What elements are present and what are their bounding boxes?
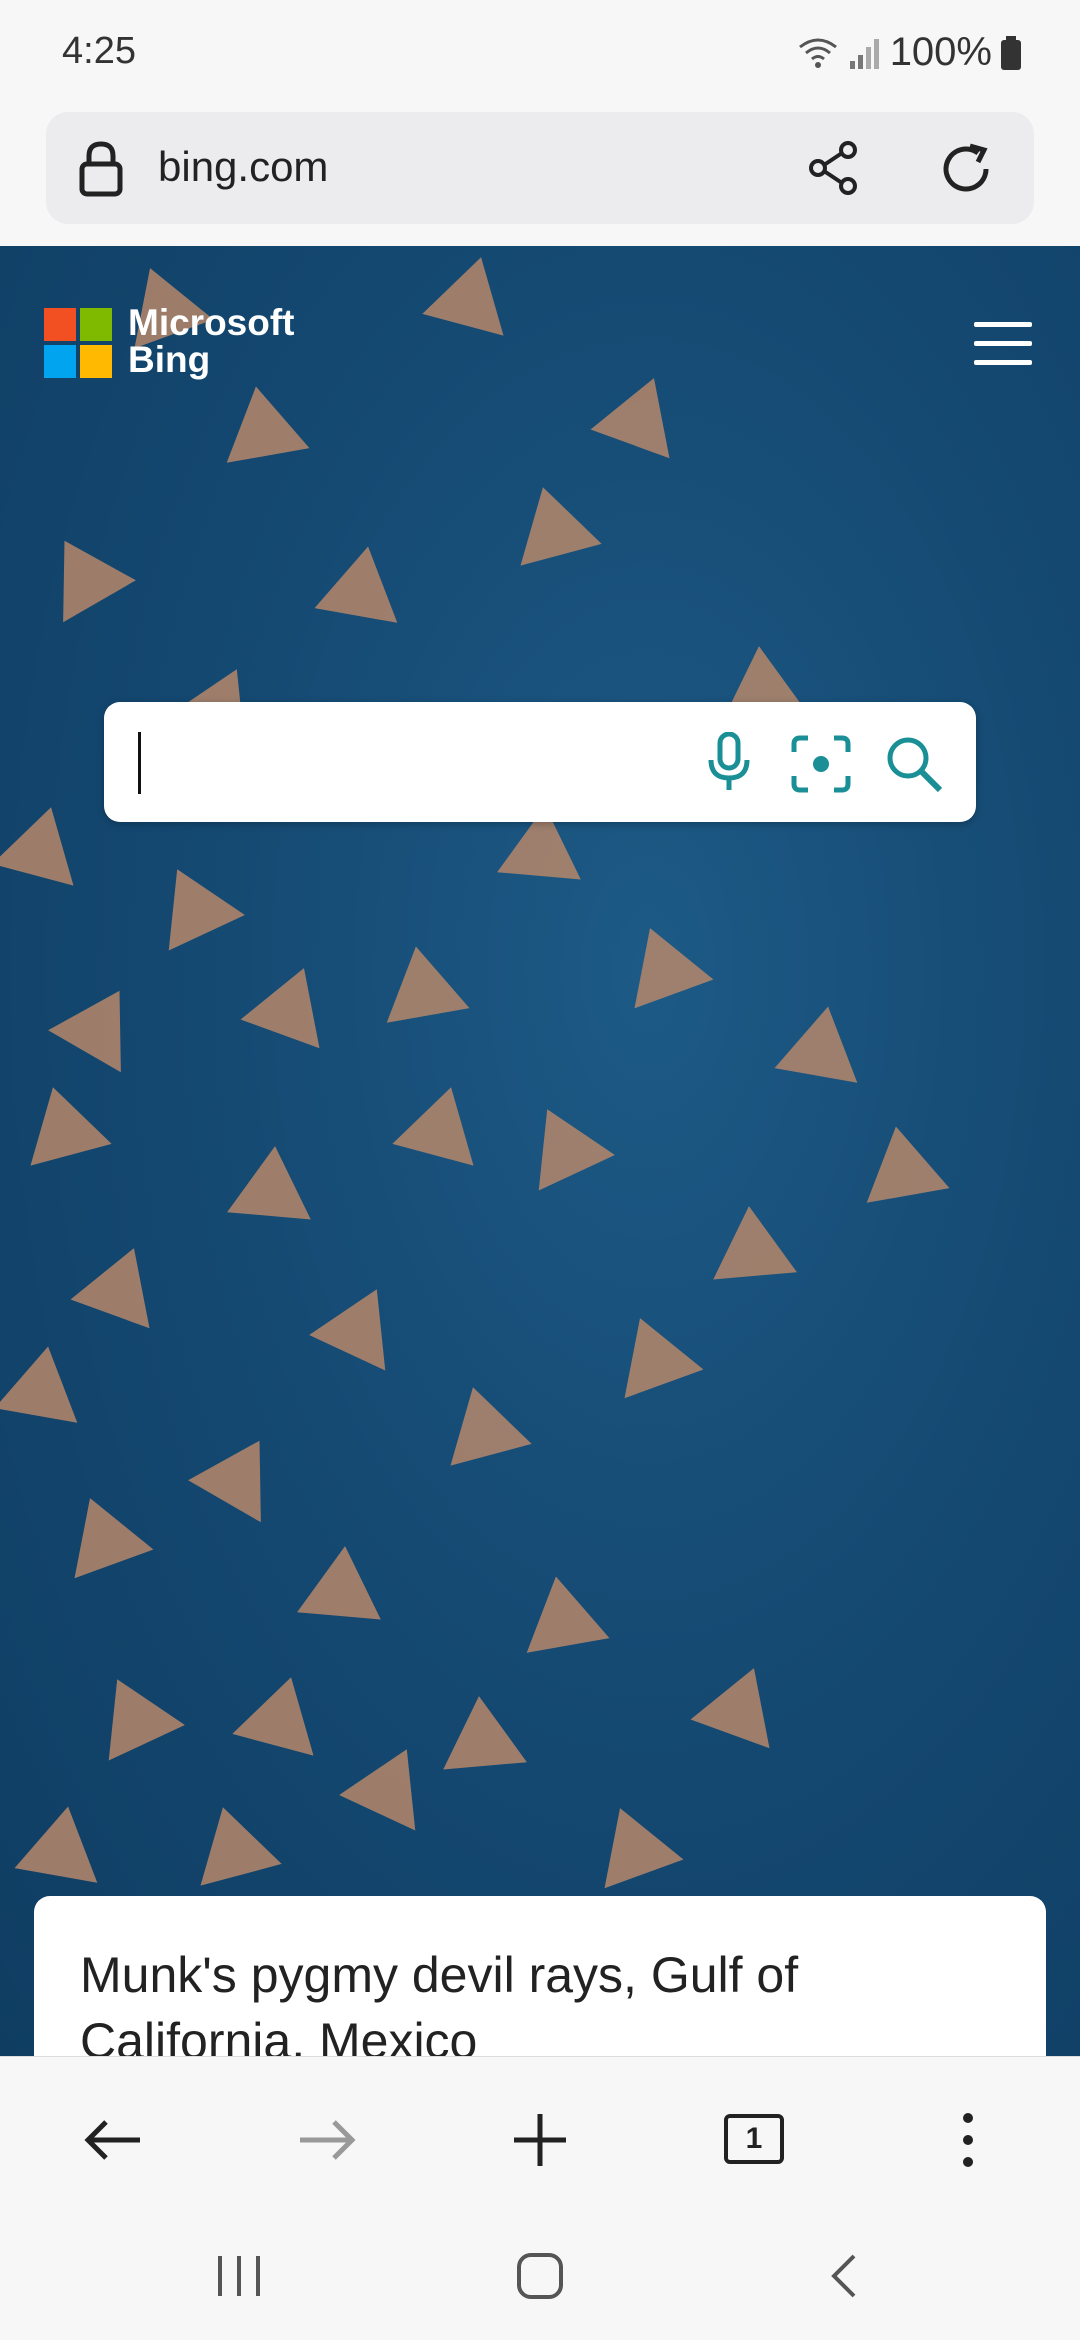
forward-arrow-icon[interactable] [296,2118,356,2162]
tabs-icon[interactable]: 1 [724,2114,784,2164]
tab-count: 1 [745,2122,763,2155]
back-icon[interactable] [828,2252,860,2300]
more-icon[interactable] [958,2110,978,2170]
signal-icon [849,38,879,69]
plus-icon[interactable] [512,2112,568,2168]
lock-icon[interactable] [78,140,124,198]
back-arrow-icon[interactable] [84,2118,144,2162]
home-icon[interactable] [516,2252,564,2300]
microsoft-logo[interactable] [44,308,112,378]
status-icons: 100% [796,30,1022,75]
battery-icon [1001,35,1021,70]
visual-search-icon[interactable] [790,734,852,794]
brand-microsoft: Microsoft [128,302,295,343]
refresh-icon[interactable] [938,140,996,198]
wifi-icon [798,38,837,68]
bing-brand[interactable]: Microsoft Bing [128,304,295,378]
share-icon[interactable] [806,140,862,196]
text-caret [138,732,141,794]
clock: 4:25 [62,30,136,72]
image-caption[interactable]: Munk's pygmy devil rays, Gulf of Califor… [80,1942,980,2056]
search-input[interactable] [150,720,674,806]
url-text[interactable]: bing.com [158,143,328,191]
recents-icon[interactable] [214,2254,264,2298]
battery-percent: 100% [889,30,992,74]
microphone-icon[interactable] [706,732,752,794]
menu-icon[interactable] [974,322,1034,368]
search-icon[interactable] [884,734,944,794]
bing-homepage-background [0,246,1080,2056]
brand-bing: Bing [128,339,211,380]
